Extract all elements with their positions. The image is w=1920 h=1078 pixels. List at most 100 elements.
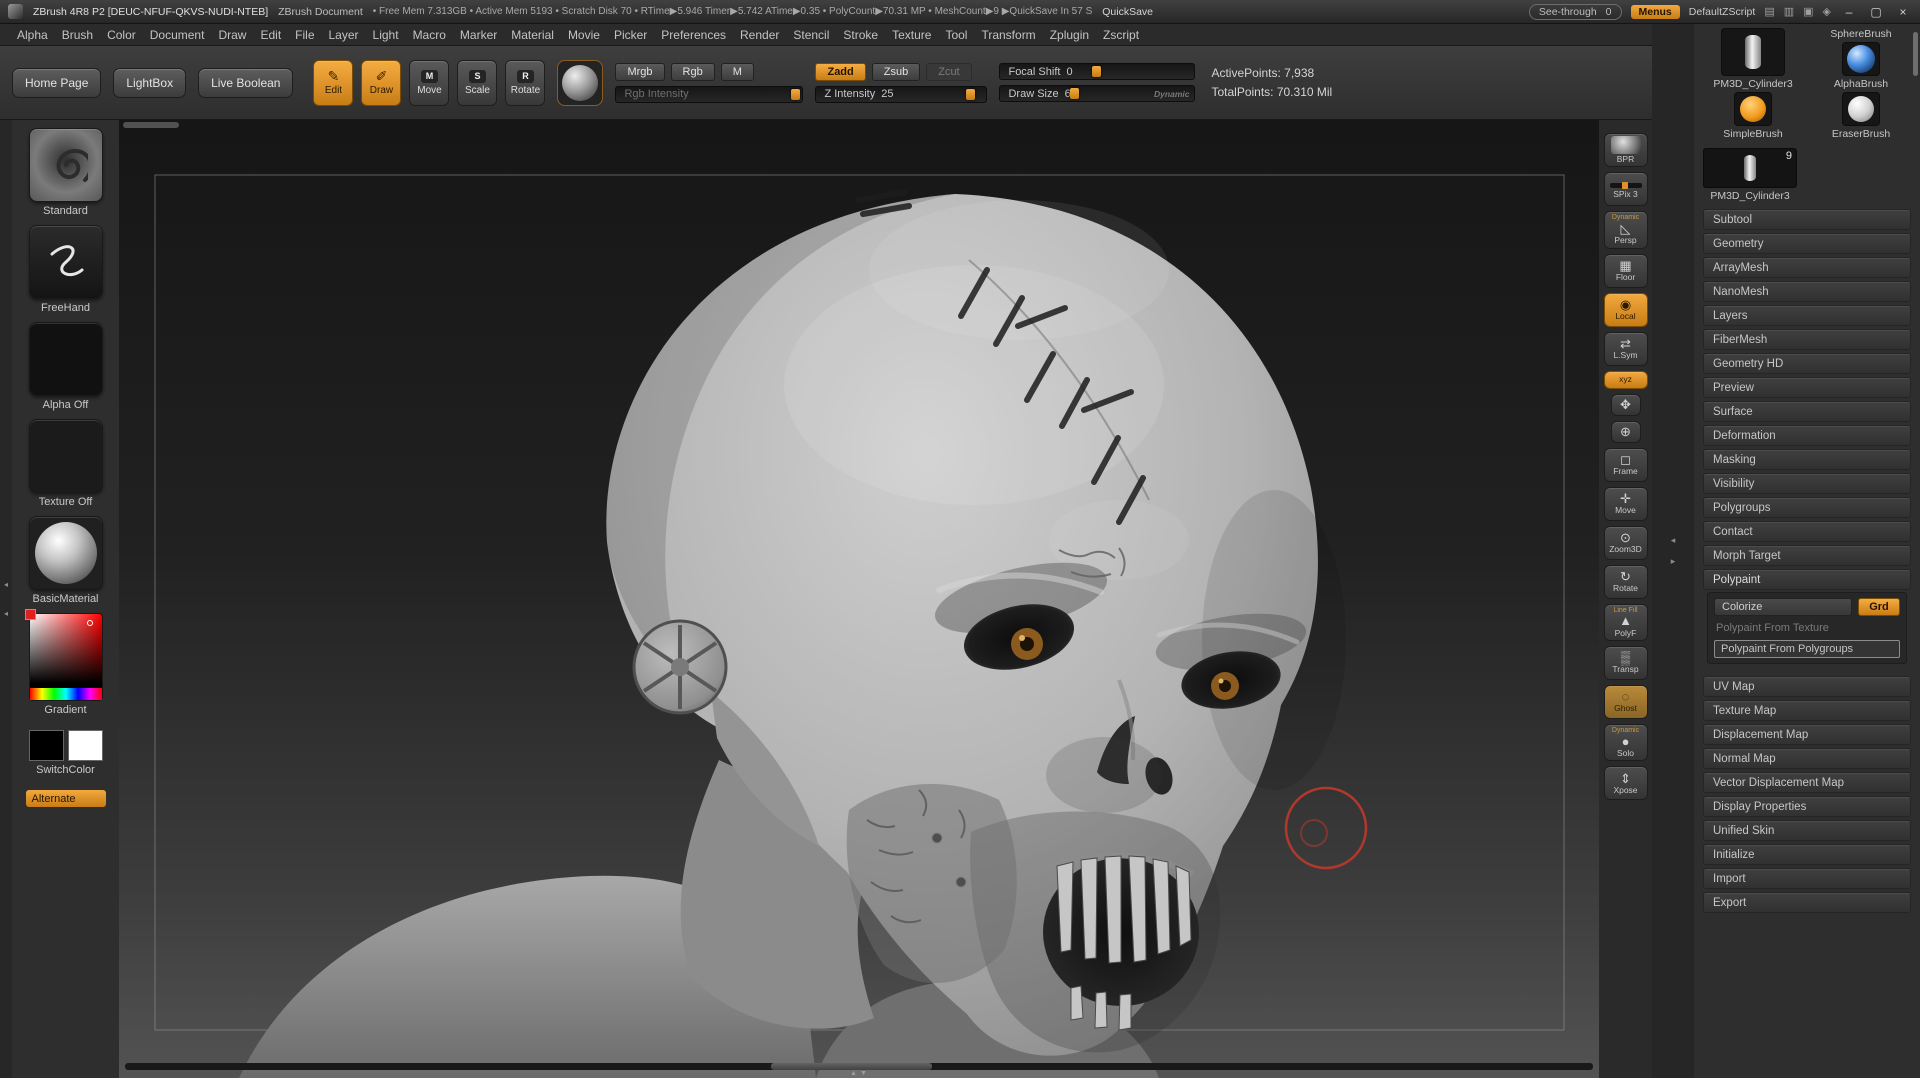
edit-button[interactable]: ✎ Edit xyxy=(313,59,354,106)
hue-strip[interactable] xyxy=(29,688,102,700)
lightbox-button[interactable]: LightBox xyxy=(113,67,187,98)
alternate-button[interactable]: Alternate xyxy=(25,790,106,807)
live-boolean-button[interactable]: Live Boolean xyxy=(198,67,294,98)
menu-item[interactable]: Material xyxy=(504,28,561,42)
bpr-button[interactable]: BPR xyxy=(1603,133,1648,168)
tool-section-header[interactable]: Layers xyxy=(1703,305,1911,326)
scroll-up-icon[interactable]: ▲ xyxy=(850,1070,857,1078)
left-divider[interactable]: ◂ ◂ xyxy=(0,120,12,1078)
tool-section-header[interactable]: Normal Map xyxy=(1703,748,1911,769)
m-button[interactable]: M xyxy=(720,62,754,81)
main-color-swatch[interactable] xyxy=(28,730,64,761)
tool-section-header[interactable]: Subtool xyxy=(1703,209,1911,230)
dock-right-icon[interactable]: ▥ xyxy=(1784,5,1794,18)
spix-handle[interactable] xyxy=(1621,181,1628,189)
tool-thumb-simplebrush[interactable] xyxy=(1734,92,1772,126)
menus-button[interactable]: Menus xyxy=(1630,4,1680,19)
spix-track[interactable] xyxy=(1609,181,1642,189)
collapse-left-icon[interactable]: ◂ xyxy=(4,580,8,589)
current-tool[interactable]: 9 PM3D_Cylinder3 xyxy=(1699,148,1915,206)
tool-section-header[interactable]: Import xyxy=(1703,868,1911,889)
menu-item[interactable]: Transform xyxy=(974,28,1042,42)
menu-item[interactable]: Zplugin xyxy=(1043,28,1096,42)
scale-button[interactable]: S Scale xyxy=(457,59,498,106)
tool-section-header[interactable]: Polygroups xyxy=(1703,497,1911,518)
home-page-button[interactable]: Home Page xyxy=(12,67,102,98)
alpha-off-thumb[interactable] xyxy=(28,322,103,396)
spix-slider[interactable]: SPix 3 xyxy=(1603,172,1648,207)
menu-item[interactable]: Tool xyxy=(938,28,974,42)
tool-section-header[interactable]: Morph Target xyxy=(1703,545,1911,566)
scroll-canvas-button[interactable]: ✥ xyxy=(1610,393,1641,416)
maximize-button[interactable]: ▢ xyxy=(1867,5,1885,19)
menu-item[interactable]: Marker xyxy=(453,28,504,42)
rotate-3d-button[interactable]: ↻ Rotate xyxy=(1603,564,1648,599)
canvas-horizontal-scrollbar[interactable] xyxy=(125,1063,1593,1070)
solo-button[interactable]: Dynamic ● Solo xyxy=(1603,724,1648,762)
menu-item[interactable]: File xyxy=(288,28,321,42)
rgb-intensity-slider[interactable]: Rgb Intensity xyxy=(615,85,804,103)
secondary-color-swatch[interactable] xyxy=(67,730,103,761)
scrollbar-handle[interactable] xyxy=(770,1063,933,1070)
polypaint-from-polygroups-button[interactable]: Polypaint From Polygroups xyxy=(1714,640,1900,658)
perspective-button[interactable]: Dynamic ◺ Persp xyxy=(1603,211,1648,249)
tool-section-header[interactable]: UV Map xyxy=(1703,676,1911,697)
polypaint-from-texture-button[interactable]: Polypaint From Texture xyxy=(1714,621,1900,635)
local-button[interactable]: ◉ Local xyxy=(1603,292,1648,327)
collapse-left-icon[interactable]: ◂ xyxy=(4,609,8,618)
tool-section-header[interactable]: Contact xyxy=(1703,521,1911,542)
color-picker[interactable] xyxy=(24,609,103,701)
tool-thumb-alphabrush[interactable] xyxy=(1842,42,1880,76)
zoom3d-button[interactable]: ⊙ Zoom3D xyxy=(1603,525,1648,560)
close-button[interactable]: × xyxy=(1894,5,1912,19)
menu-item[interactable]: Color xyxy=(100,28,143,42)
stroke-freehand-thumb[interactable] xyxy=(28,225,103,299)
current-material-slot[interactable] xyxy=(557,59,604,106)
lsym-button[interactable]: ⇄ L.Sym xyxy=(1603,331,1648,366)
tool-section-header[interactable]: Vector Displacement Map xyxy=(1703,772,1911,793)
default-zscript-button[interactable]: DefaultZScript xyxy=(1689,6,1756,18)
menu-item[interactable]: Picker xyxy=(607,28,654,42)
slider-handle[interactable] xyxy=(1091,66,1101,77)
canvas-top-scrollbar[interactable] xyxy=(123,122,179,128)
tool-section-header[interactable]: ArrayMesh xyxy=(1703,257,1911,278)
zsub-button[interactable]: Zsub xyxy=(871,62,921,81)
draw-button[interactable]: ✐ Draw xyxy=(361,59,402,106)
tool-section-header[interactable]: Surface xyxy=(1703,401,1911,422)
current-color-swatch[interactable] xyxy=(24,609,36,620)
quicksave-button[interactable]: QuickSave xyxy=(1102,6,1153,18)
tool-section-header[interactable]: Geometry xyxy=(1703,233,1911,254)
xpose-button[interactable]: ⇕ Xpose xyxy=(1603,766,1648,801)
menu-item[interactable]: Macro xyxy=(406,28,453,42)
menu-item[interactable]: Draw xyxy=(211,28,253,42)
xyz-button[interactable]: xyz xyxy=(1603,370,1648,389)
texture-off-thumb[interactable] xyxy=(28,419,103,493)
floor-button[interactable]: ▦ Floor xyxy=(1603,253,1648,288)
sculpt-viewport[interactable]: ▲ ▼ xyxy=(119,120,1599,1078)
frame-button[interactable]: ◻ Frame xyxy=(1603,447,1648,482)
polyframe-button[interactable]: Line Fill ▲ PolyF xyxy=(1603,603,1648,641)
dock-left-icon[interactable]: ▤ xyxy=(1764,5,1774,18)
zadd-button[interactable]: Zadd xyxy=(815,62,866,81)
slider-handle[interactable] xyxy=(791,88,801,100)
menu-item[interactable]: Layer xyxy=(322,28,366,42)
slider-handle[interactable] xyxy=(966,88,976,100)
menu-item[interactable]: Light xyxy=(366,28,406,42)
z-intensity-slider[interactable]: Z Intensity 25 xyxy=(815,85,988,103)
move-button[interactable]: M Move xyxy=(409,59,450,106)
tool-thumb-eraserbrush[interactable] xyxy=(1842,92,1880,126)
menu-item[interactable]: Document xyxy=(143,28,212,42)
menu-item[interactable]: Preferences xyxy=(654,28,733,42)
menu-item[interactable]: Edit xyxy=(253,28,288,42)
rotate-button[interactable]: R Rotate xyxy=(505,59,546,106)
tool-section-header[interactable]: Displacement Map xyxy=(1703,724,1911,745)
menu-item[interactable]: Zscript xyxy=(1096,28,1146,42)
rgb-button[interactable]: Rgb xyxy=(670,62,715,81)
collapse-left-icon[interactable]: ◂ xyxy=(1671,535,1676,546)
tool-section-header[interactable]: Export xyxy=(1703,892,1911,913)
tool-section-header[interactable]: Masking xyxy=(1703,449,1911,470)
draw-size-slider[interactable]: Draw Size 64 Dynamic xyxy=(999,85,1196,102)
scroll-down-icon[interactable]: ▼ xyxy=(860,1070,867,1078)
menu-item[interactable]: Alpha xyxy=(10,28,55,42)
tool-section-header[interactable]: NanoMesh xyxy=(1703,281,1911,302)
